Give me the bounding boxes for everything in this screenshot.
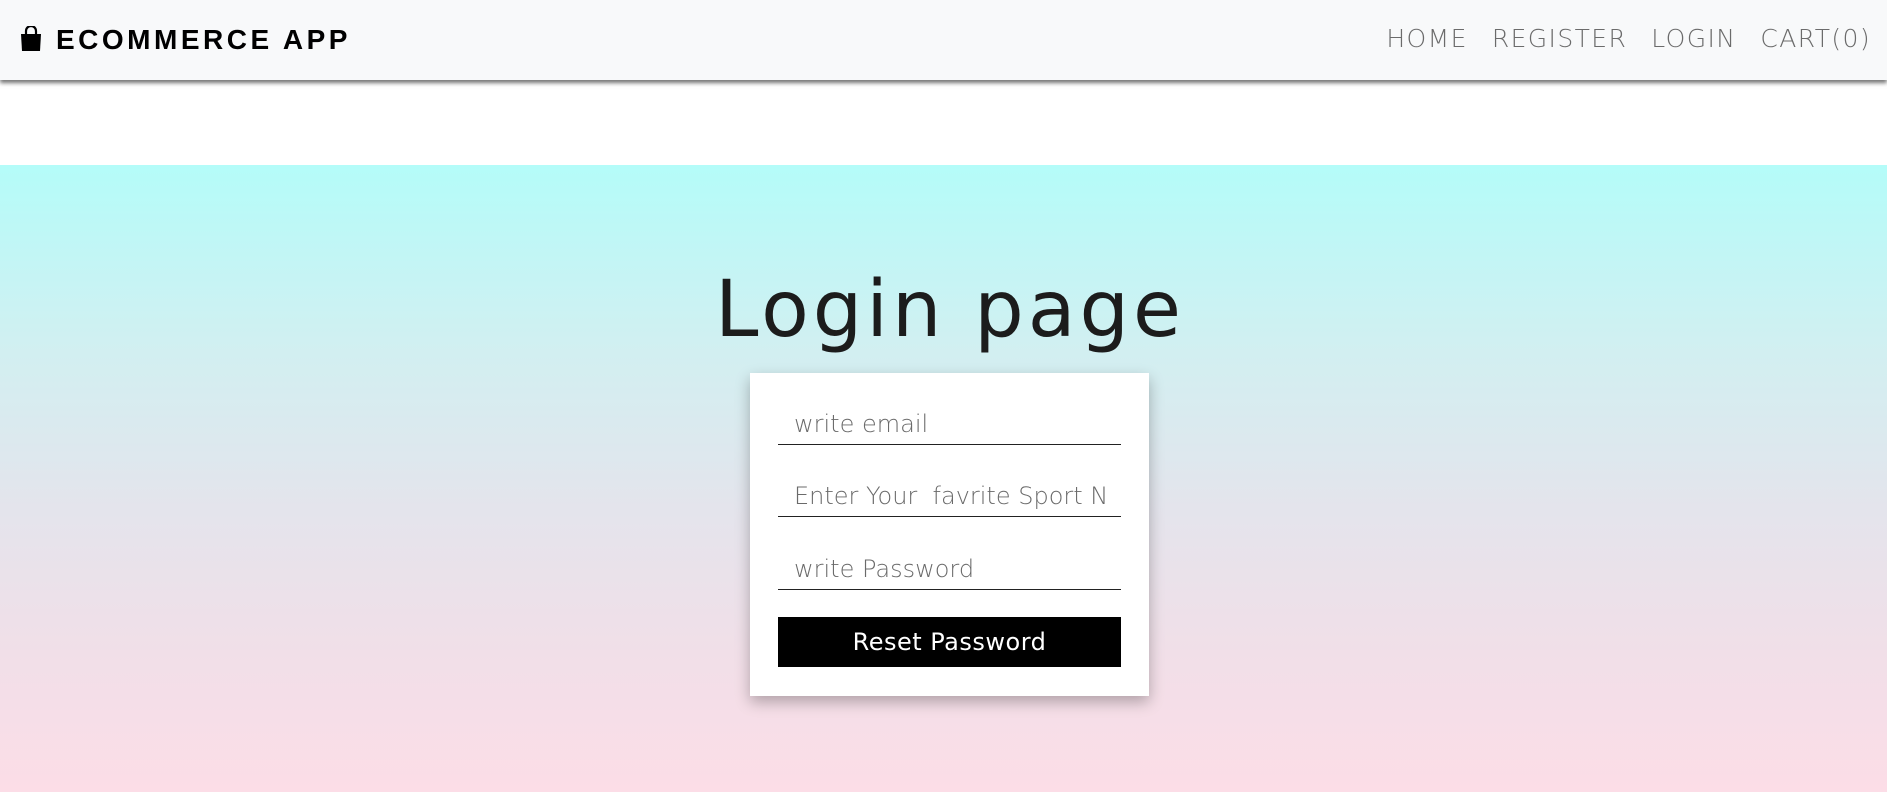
nav-home-link[interactable]: HOME (1386, 24, 1467, 53)
page-title: Login page (714, 265, 1186, 355)
reset-password-button[interactable]: Reset Password (778, 617, 1121, 667)
nav-links: HOME REGISTER LOGIN CART(0) (1386, 20, 1871, 56)
reset-password-form: Reset Password (750, 373, 1149, 696)
email-input[interactable] (778, 393, 1121, 445)
brand-link[interactable]: ECOMMERCE APP (20, 22, 351, 58)
favorite-sport-input[interactable] (778, 465, 1121, 517)
nav-register-link[interactable]: REGISTER (1492, 24, 1627, 53)
password-input[interactable] (778, 538, 1121, 590)
shopping-bag-icon (20, 26, 42, 54)
nav-cart-link[interactable]: CART(0) (1760, 24, 1871, 53)
nav-login-link[interactable]: LOGIN (1651, 24, 1736, 53)
navbar: ECOMMERCE APP HOME REGISTER LOGIN CART(0… (0, 0, 1887, 80)
brand-name: ECOMMERCE APP (56, 24, 351, 55)
